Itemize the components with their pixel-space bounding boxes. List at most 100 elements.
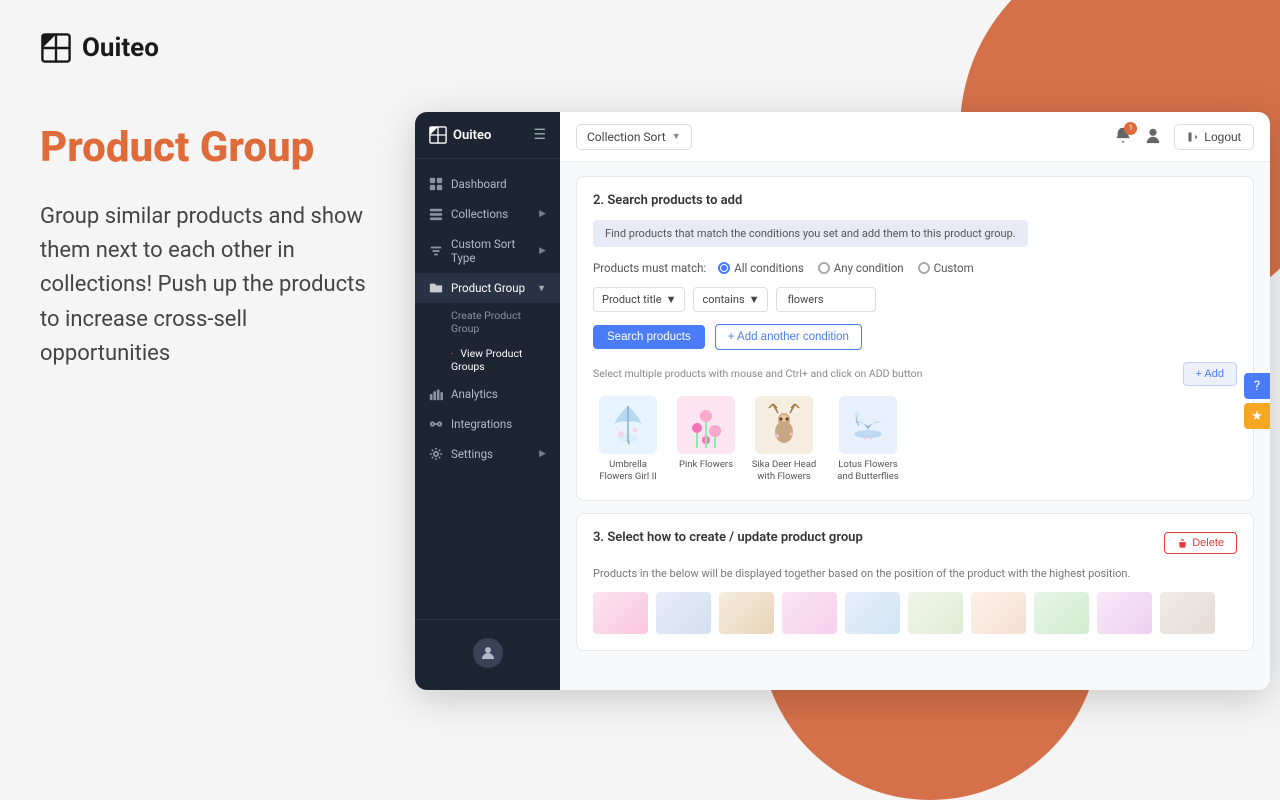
all-conditions-label: All conditions <box>734 261 804 275</box>
page-body: 2. Search products to add Find products … <box>560 162 1270 690</box>
page-title: Product Group <box>40 124 375 172</box>
match-all-conditions[interactable]: All conditions <box>718 261 804 275</box>
search-products-button[interactable]: Search products <box>593 325 705 349</box>
bottom-product-5[interactable] <box>845 592 900 634</box>
filter-operator-chevron-icon: ▼ <box>749 293 760 306</box>
delete-label: Delete <box>1192 537 1224 549</box>
bottom-product-7[interactable] <box>971 592 1026 634</box>
logout-label: Logout <box>1204 130 1241 144</box>
product-label-lotus: Lotus Flowers and Butterflies <box>833 459 903 484</box>
filter-operator-label: contains <box>702 293 744 306</box>
logo-icon <box>40 32 72 64</box>
bottom-product-4[interactable] <box>782 592 837 634</box>
sidebar-item-custom-sort[interactable]: Custom Sort Type ▶ <box>415 229 560 273</box>
section2-title: 2. Search products to add <box>593 193 1237 208</box>
logout-button[interactable]: Logout <box>1174 124 1254 150</box>
dropdown-chevron-icon: ▼ <box>672 131 681 142</box>
product-img-lotus <box>839 396 897 454</box>
sidebar-item-dashboard[interactable]: Dashboard <box>415 169 560 199</box>
product-group-icon <box>429 281 443 295</box>
delete-button[interactable]: Delete <box>1164 532 1237 554</box>
bottom-product-6[interactable] <box>908 592 963 634</box>
avatar[interactable] <box>473 638 503 668</box>
collections-arrow: ▶ <box>539 209 546 219</box>
filter-field-dropdown[interactable]: Product title ▼ <box>593 287 685 312</box>
collection-sort-dropdown[interactable]: Collection Sort ▼ <box>576 124 692 150</box>
bottom-product-9[interactable] <box>1097 592 1152 634</box>
product-thumb-4[interactable]: Lotus Flowers and Butterflies <box>833 396 903 484</box>
any-condition-radio[interactable] <box>818 262 830 274</box>
bottom-product-3[interactable] <box>719 592 774 634</box>
deer-svg <box>755 396 813 454</box>
filter-operator-dropdown[interactable]: contains ▼ <box>693 287 768 312</box>
lotus-svg <box>839 396 897 454</box>
match-custom[interactable]: Custom <box>918 261 974 275</box>
all-conditions-radio[interactable] <box>718 262 730 274</box>
product-img-deer <box>755 396 813 454</box>
match-any-condition[interactable]: Any condition <box>818 261 904 275</box>
sidebar-item-integrations-label: Integrations <box>451 417 512 431</box>
sidebar-item-integrations[interactable]: Integrations <box>415 409 560 439</box>
bottom-product-10[interactable] <box>1160 592 1215 634</box>
sidebar-item-settings[interactable]: Settings ▶ <box>415 439 560 469</box>
custom-radio[interactable] <box>918 262 930 274</box>
help-button[interactable]: ? <box>1244 373 1270 399</box>
sidebar-item-product-group[interactable]: Product Group ▼ <box>415 273 560 303</box>
user-profile-button[interactable] <box>1144 126 1162 148</box>
sidebar-logo-icon <box>429 126 447 144</box>
product-thumb-2[interactable]: Pink Flowers <box>677 396 735 484</box>
filter-value-input[interactable]: flowers <box>776 287 876 312</box>
app-window: Ouiteo ☰ Dashboard Collections ▶ <box>415 112 1270 690</box>
brand-name: Ouiteo <box>82 33 159 63</box>
add-condition-button[interactable]: + Add another condition <box>715 324 862 350</box>
info-banner: Find products that match the conditions … <box>593 220 1028 247</box>
umbrella-svg <box>599 396 657 454</box>
products-grid: Umbrella Flowers Girl II <box>593 396 1237 484</box>
product-label-umbrella: Umbrella Flowers Girl II <box>593 459 663 484</box>
product-img-umbrella <box>599 396 657 454</box>
product-img-pink-flowers <box>677 396 735 454</box>
add-products-button[interactable]: + Add <box>1183 362 1237 386</box>
left-panel: Ouiteo Product Group Group similar produ… <box>0 0 415 720</box>
topbar-icons: 1 Logout <box>1114 124 1254 150</box>
bottom-product-1[interactable] <box>593 592 648 634</box>
sidebar-item-collections[interactable]: Collections ▶ <box>415 199 560 229</box>
main-content: Collection Sort ▼ 1 <box>560 112 1270 690</box>
settings-icon <box>429 447 443 461</box>
favorites-button[interactable]: ★ <box>1244 403 1270 429</box>
logo-area: Ouiteo <box>40 32 375 64</box>
sidebar-item-product-group-label: Product Group <box>451 281 525 295</box>
add-condition-label: + Add another condition <box>728 331 849 343</box>
sidebar: Ouiteo ☰ Dashboard Collections ▶ <box>415 112 560 690</box>
sidebar-bottom <box>415 619 560 690</box>
products-match-label: Products must match: <box>593 261 706 275</box>
sidebar-subitem-view[interactable]: View Product Groups <box>415 341 560 379</box>
sidebar-logo: Ouiteo <box>429 126 491 144</box>
menu-icon[interactable]: ☰ <box>533 127 546 143</box>
product-thumb-3[interactable]: Sika Deer Head with Flowers <box>749 396 819 484</box>
sidebar-header: Ouiteo ☰ <box>415 112 560 159</box>
bottom-product-8[interactable] <box>1034 592 1089 634</box>
sidebar-subitem-create[interactable]: Create Product Group <box>415 303 560 341</box>
filter-value-text: flowers <box>787 293 823 306</box>
helper-buttons: ? ★ <box>1244 373 1270 429</box>
custom-label: Custom <box>934 261 974 275</box>
profile-icon <box>1144 126 1162 144</box>
products-bottom-grid <box>593 592 1237 634</box>
question-icon: ? <box>1254 379 1260 394</box>
logout-icon <box>1187 131 1199 143</box>
sidebar-brand-name: Ouiteo <box>453 128 491 143</box>
product-thumb-1[interactable]: Umbrella Flowers Girl II <box>593 396 663 484</box>
notification-badge: 1 <box>1124 122 1137 135</box>
settings-arrow: ▶ <box>539 449 546 459</box>
notification-button[interactable]: 1 <box>1114 126 1132 148</box>
dashboard-icon <box>429 177 443 191</box>
trash-icon <box>1177 538 1188 549</box>
bottom-product-2[interactable] <box>656 592 711 634</box>
custom-sort-icon <box>429 244 443 258</box>
section3-description: Products in the below will be displayed … <box>593 567 1237 580</box>
section3-card: 3. Select how to create / update product… <box>576 513 1254 651</box>
user-icon <box>480 645 496 661</box>
product-label-deer: Sika Deer Head with Flowers <box>749 459 819 484</box>
sidebar-item-analytics[interactable]: Analytics <box>415 379 560 409</box>
